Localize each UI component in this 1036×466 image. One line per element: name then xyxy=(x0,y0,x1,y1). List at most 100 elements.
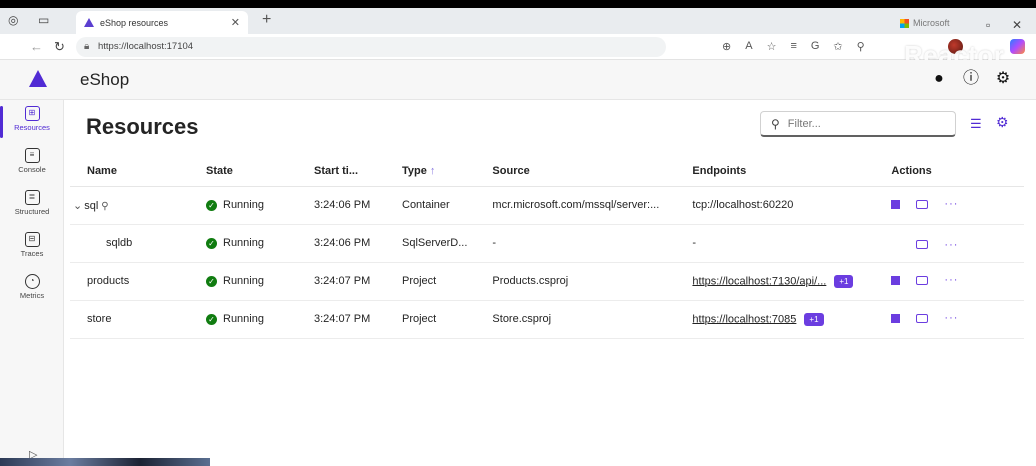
cell-source: Store.csproj xyxy=(475,300,676,339)
nav-label: Traces xyxy=(20,249,44,258)
more-actions-icon[interactable]: ··· xyxy=(944,312,958,324)
aspire-logo[interactable] xyxy=(29,70,47,87)
console-logs-icon[interactable] xyxy=(916,199,929,209)
minimize-icon[interactable]: ▫ xyxy=(986,18,990,32)
favorites-icon[interactable]: ✩ xyxy=(833,40,842,53)
more-actions-icon[interactable]: ··· xyxy=(944,239,958,251)
cell-type: Project xyxy=(385,300,476,339)
nav-label: Resources xyxy=(14,123,50,132)
cell-state: ✓ Running xyxy=(189,224,297,263)
browser-tab[interactable]: eShop resources ✕ xyxy=(76,11,248,34)
refresh-extension-icon[interactable]: G xyxy=(811,40,820,53)
tab-actions-icon[interactable]: ▭ xyxy=(38,13,49,27)
refresh-icon[interactable]: ↻ xyxy=(54,39,65,55)
nav-item-console[interactable]: ≡ Console xyxy=(0,144,64,186)
console-logs-icon[interactable] xyxy=(916,275,929,285)
column-header-source[interactable]: Source xyxy=(475,156,676,187)
table-row[interactable]: sqldb ✓ Running 3:24:06 PM SqlServerD... … xyxy=(70,224,1024,263)
read-aloud-icon[interactable]: A xyxy=(745,40,752,53)
url-field[interactable]: 🔒︎ https://localhost:17104 xyxy=(76,37,666,57)
cell-state: ✓ Running xyxy=(189,300,297,339)
cell-state: ✓ Running xyxy=(189,186,297,225)
lock-icon: 🔒︎ xyxy=(84,41,90,52)
favorite-star-icon[interactable]: ☆ xyxy=(767,40,777,53)
settings-gear-icon[interactable]: ⚙ xyxy=(992,68,1014,90)
search-icon: ⚲ xyxy=(771,116,780,131)
cell-name: sqldb xyxy=(70,224,189,263)
filter-input[interactable] xyxy=(787,117,938,130)
nav-label: Console xyxy=(18,165,46,174)
cell-name: products xyxy=(70,262,189,301)
table-row[interactable]: ⌄ sql ⚲ ✓ Running 3:24:06 PM Container mcr.… xyxy=(70,186,1024,225)
more-actions-icon[interactable]: ··· xyxy=(944,274,958,286)
cell-source: mcr.microsoft.com/mssql/server:... xyxy=(475,186,676,225)
cell-state: ✓ Running xyxy=(189,262,297,301)
left-nav: ⊞ Resources ≡ Console ≣ Structured ⊟ Tra… xyxy=(0,100,64,466)
browser-tab-title: eShop resources xyxy=(100,17,169,28)
video-thumbnail-strip xyxy=(0,458,210,466)
column-header-state[interactable]: State xyxy=(189,156,297,187)
grid-icon: ⊞ xyxy=(24,106,40,121)
column-header-start-time[interactable]: Start ti... xyxy=(297,156,385,187)
type-header-label: Type xyxy=(402,164,427,177)
stop-icon[interactable] xyxy=(891,275,901,285)
filter-box[interactable]: ⚲ xyxy=(760,111,956,137)
table-header-row: Name State Start ti... Type ↑ Source Endp… xyxy=(70,156,1024,187)
more-endpoints-badge[interactable]: +1 xyxy=(834,274,854,288)
filter-funnel-icon[interactable]: ☰ xyxy=(970,116,982,132)
cell-actions: ··· xyxy=(874,300,1024,339)
table-row[interactable]: store ✓ Running 3:24:07 PM Project Store.… xyxy=(70,300,1024,339)
extension-icon[interactable]: ≡ xyxy=(790,40,796,53)
close-window-icon[interactable]: ✕ xyxy=(1012,18,1022,32)
resources-table: Name State Start ti... Type ↑ Source Endp… xyxy=(70,156,1024,339)
column-header-endpoints[interactable]: Endpoints xyxy=(675,156,875,187)
nav-item-structured[interactable]: ≣ Structured xyxy=(0,186,64,228)
more-actions-icon[interactable]: ··· xyxy=(944,198,958,210)
profile-badge[interactable]: Microsoft xyxy=(900,18,950,28)
running-check-icon: ✓ xyxy=(206,199,217,211)
cell-endpoint: tcp://localhost:60220 xyxy=(675,186,875,225)
pin-icon[interactable]: ⚲ xyxy=(101,201,108,212)
github-icon[interactable]: ● xyxy=(928,68,950,90)
view-settings-icon[interactable]: ⚙ xyxy=(996,114,1009,131)
cell-actions: ··· xyxy=(874,186,1024,225)
endpoint-link[interactable]: https://localhost:7085 xyxy=(692,313,796,325)
browser-toolbar-icons: ⊕ A ☆ ≡ G ✩ ⚲ xyxy=(722,40,865,53)
stop-icon[interactable] xyxy=(891,313,901,323)
resource-name: sql xyxy=(84,199,99,212)
nav-item-resources[interactable]: ⊞ Resources xyxy=(0,102,64,144)
back-icon[interactable]: ← xyxy=(30,39,43,54)
url-text: https://localhost:17104 xyxy=(98,41,194,52)
console-icon: ≡ xyxy=(24,148,40,163)
column-header-type[interactable]: Type ↑ xyxy=(385,156,476,187)
running-check-icon: ✓ xyxy=(206,237,217,249)
nav-label: Metrics xyxy=(19,291,45,300)
state-text: Running xyxy=(223,199,264,212)
console-logs-icon[interactable] xyxy=(916,313,929,323)
copilot-icon[interactable] xyxy=(1010,39,1025,54)
main-content: Resources ⚲ ☰ ⚙ Name State Start ti... T… xyxy=(64,100,1036,466)
structured-logs-icon: ≣ xyxy=(24,190,40,205)
collapse-chevron-icon[interactable]: ⌄ xyxy=(73,200,82,212)
cell-type: SqlServerD... xyxy=(385,224,476,263)
app-header: eShop ● ⓘ ⚙ xyxy=(0,60,1036,100)
screen-top-strip xyxy=(0,0,1036,8)
new-tab-icon[interactable]: + xyxy=(262,11,271,29)
endpoint-link[interactable]: https://localhost:7130/api/... xyxy=(692,275,826,287)
zoom-icon[interactable]: ⊕ xyxy=(722,40,731,53)
workspaces-icon[interactable]: ◎ xyxy=(8,13,18,27)
stop-icon[interactable] xyxy=(891,199,901,209)
cell-start-time: 3:24:06 PM xyxy=(297,186,385,225)
collections-icon[interactable]: ⚲ xyxy=(857,40,865,53)
help-icon[interactable]: ⓘ xyxy=(960,68,982,90)
more-endpoints-badge[interactable]: +1 xyxy=(804,312,824,326)
header-icons: ● ⓘ ⚙ xyxy=(928,68,1014,90)
console-logs-icon[interactable] xyxy=(916,240,929,249)
traces-icon: ⊟ xyxy=(24,232,40,247)
column-header-name[interactable]: Name xyxy=(70,156,189,187)
table-row[interactable]: products ✓ Running 3:24:07 PM Project Pro… xyxy=(70,262,1024,301)
column-header-actions: Actions xyxy=(874,156,1024,187)
close-tab-icon[interactable]: ✕ xyxy=(231,16,240,29)
nav-item-metrics[interactable]: ◔ Metrics xyxy=(0,270,64,312)
nav-item-traces[interactable]: ⊟ Traces xyxy=(0,228,64,270)
